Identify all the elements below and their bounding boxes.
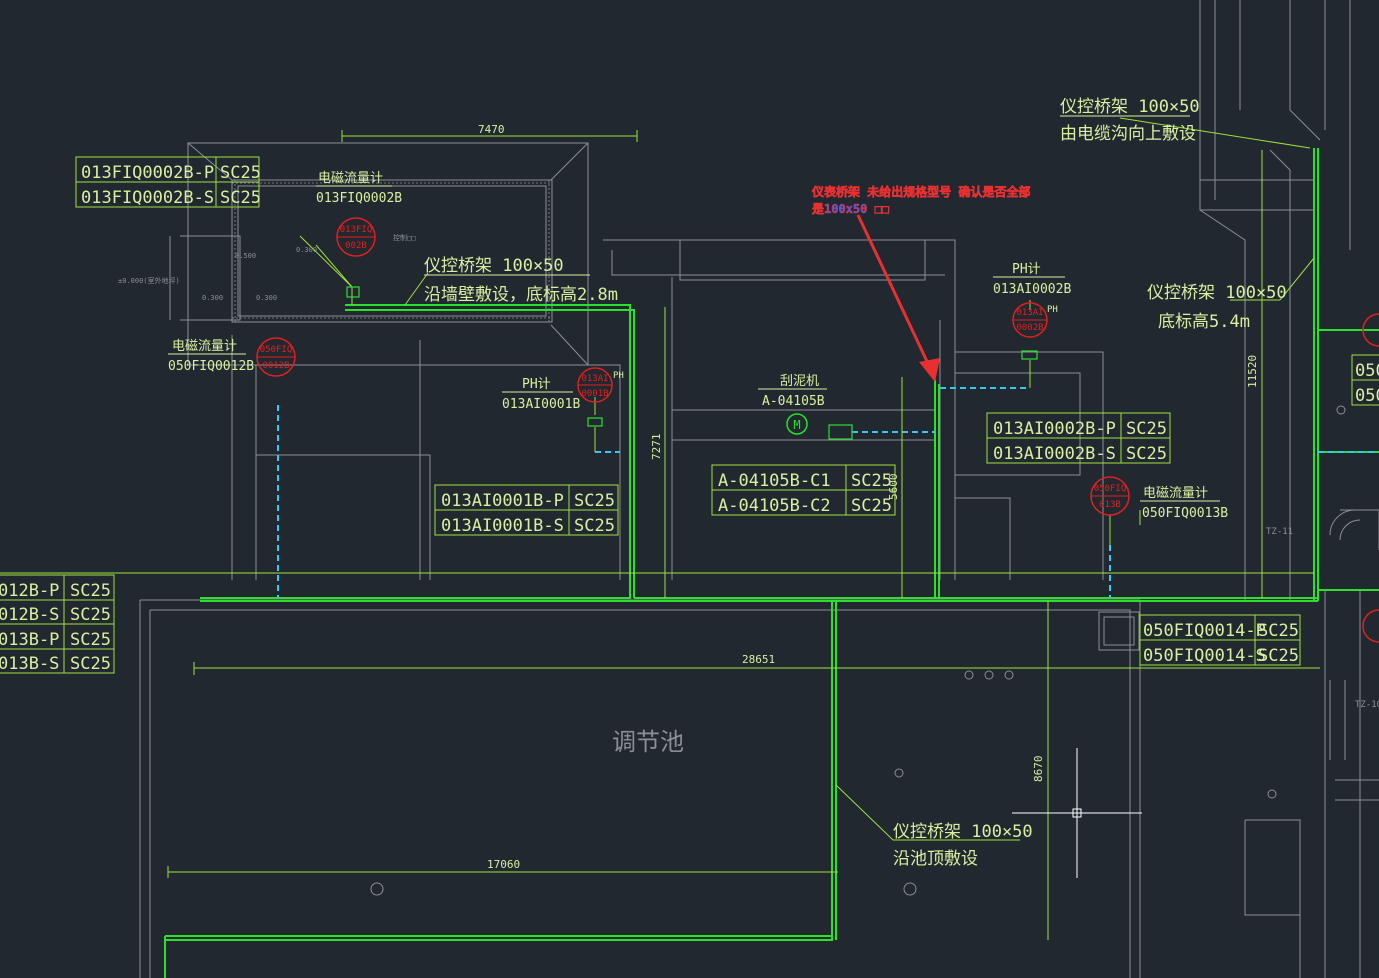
dim-pool-width: 28651 (742, 653, 775, 666)
tray-note-line1: 仪控桥架 100×50 (1060, 97, 1200, 117)
dim-vertical-right: 11520 (1246, 355, 1259, 388)
instrument-tag-top: 013AI (581, 374, 608, 384)
cable-spec: SC25 (220, 163, 261, 183)
cable-spec: SC25 (1258, 621, 1299, 641)
cable-spec: SC25 (851, 471, 892, 491)
cable-id: 013AI0002B-P (993, 419, 1116, 439)
tray-note-line1: 仪控桥架 100×50 (424, 256, 564, 276)
instrument-tag-bottom: 002B (345, 241, 367, 251)
dim-pool-width-lower: 17060 (487, 858, 520, 871)
instrument-tag-top: 050FIQ (1094, 484, 1127, 494)
tray-note-line1: 仪控桥架 100×50 (893, 822, 1033, 842)
cable-spec: SC25 (220, 188, 261, 208)
instrument-tag-top: 050FIQ (260, 345, 293, 355)
scraper-code: A-04105B (762, 394, 825, 409)
pool-label: 调节池 (612, 728, 684, 756)
tray-note-line2: 底标高5.4m (1158, 312, 1250, 332)
instrument-code: 013AI0001B (502, 397, 580, 412)
tz10-label: TZ-10 (1355, 700, 1379, 710)
instrument-code: 013FIQ0002B (316, 191, 402, 206)
instrument-code: 050FIQ0013B (1142, 506, 1228, 521)
cable-spec: SC25 (70, 654, 111, 674)
cable-id: 050FIQ0014-S (1143, 646, 1266, 666)
cable-id: 013AI0001B-P (441, 491, 564, 511)
room-label: 控制□□ (393, 233, 415, 242)
cable-spec: SC25 (70, 630, 111, 650)
elev-label: 0.300 (296, 246, 317, 254)
instrument-code: 013AI0002B (993, 282, 1071, 297)
instrument-suffix: PH (1047, 305, 1058, 315)
cable-spec: SC25 (574, 491, 615, 511)
dim-vertical-pool: 8670 (1032, 756, 1045, 783)
instrument-code: 050FIQ0012B (168, 359, 254, 374)
cable-spec: SC25 (1258, 646, 1299, 666)
instrument-tag-top: 013AI (1016, 308, 1043, 318)
right-cut-labels: 050 050 (1351, 354, 1379, 406)
cable-spec: SC25 (1126, 444, 1167, 464)
cable-id: 013AI0002B-S (993, 444, 1116, 464)
instrument-name: PH计 (522, 377, 551, 392)
instrument-tag-bottom: 0002B (1016, 323, 1043, 333)
instrument-name: 电磁流量计 (1143, 486, 1208, 501)
dim-top-width: 7470 (478, 123, 505, 136)
instrument-suffix: PH (613, 371, 624, 381)
instrument-tag-bottom: 013B (1099, 500, 1121, 510)
review-note-line1: 仪表桥架 未给出规格型号 确认是否全部 (811, 184, 1030, 199)
tz11-label: TZ-11 (1266, 527, 1293, 537)
cable-id: 013FIQ0002B-S (81, 188, 214, 208)
tray-note-line1: 仪控桥架 100×50 (1147, 283, 1287, 303)
cable-id: 013B-S (0, 654, 59, 674)
instrument-name: 电磁流量计 (172, 339, 237, 354)
cad-drawing-canvas[interactable]: 仪表桥架 未给出规格型号 确认是否全部 是100x50 □□ 013FIQ 00… (0, 0, 1379, 978)
scraper-name: 刮泥机 (780, 374, 819, 389)
cable-spec: SC25 (574, 516, 615, 536)
cable-id-cut: 050 (1355, 361, 1379, 381)
elev-label: 0.300 (256, 294, 277, 302)
tray-note-line2: 沿池顶敷设 (893, 849, 978, 869)
cable-id-cut: 050 (1355, 386, 1379, 406)
cable-spec: SC25 (1126, 419, 1167, 439)
cable-id: 013FIQ0002B-P (81, 163, 214, 183)
instrument-tag-top: 013FIQ (340, 225, 373, 235)
cable-id: A-04105B-C2 (718, 496, 831, 516)
level-label: ±0.000(室外地坪) (118, 276, 180, 285)
instrument-name: 电磁流量计 (318, 171, 383, 186)
cable-id: 012B-S (0, 605, 59, 625)
cable-id: 013AI0001B-S (441, 516, 564, 536)
tray-note-line2: 沿墙壁敷设，底标高2.8m (424, 285, 618, 305)
cable-spec: SC25 (70, 581, 111, 601)
cable-id: 050FIQ0014-P (1143, 621, 1266, 641)
cable-spec: SC25 (70, 605, 111, 625)
dim-vertical-mid: 5600 (887, 474, 900, 501)
cable-spec: SC25 (851, 496, 892, 516)
dim-vertical-left: 7271 (650, 434, 663, 461)
motor-icon: M (793, 418, 800, 432)
cable-id: 012B-P (0, 581, 59, 601)
cable-id: A-04105B-C1 (718, 471, 831, 491)
tray-note-line2: 由电缆沟向上敷设 (1060, 124, 1196, 144)
review-note-line2: 是100x50 □□ (811, 202, 889, 216)
cable-id: 013B-P (0, 630, 59, 650)
elev-label: 0.300 (202, 294, 223, 302)
elev-label: 0.500 (235, 252, 256, 260)
instrument-name: PH计 (1012, 262, 1041, 277)
instrument-tag-bottom: 0012B (262, 361, 289, 371)
instrument-tag-bottom: 0001B (581, 389, 608, 399)
